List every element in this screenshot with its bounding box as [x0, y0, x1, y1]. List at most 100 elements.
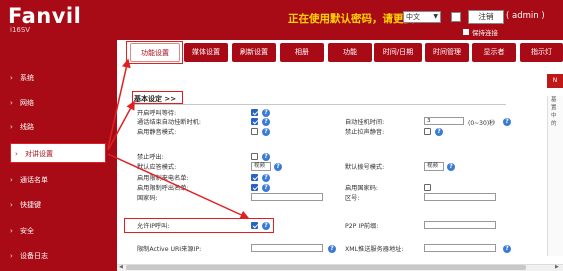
sidebar-item-label: 线路	[20, 123, 34, 131]
sidebar-item[interactable]: › 对讲设置	[10, 143, 106, 163]
tab[interactable]: 媒体设置	[184, 43, 228, 62]
right-panel-tab[interactable]: N	[547, 74, 563, 88]
current-user: ( admin )	[506, 11, 545, 21]
sidebar-item-label: 对讲设置	[25, 150, 53, 158]
chevron-right-icon: ›	[10, 227, 13, 235]
checkbox[interactable]	[251, 184, 258, 191]
select-dropdown[interactable]: 视频	[424, 162, 444, 171]
chevron-down-icon: ▼	[433, 13, 438, 20]
keep-online-label: 保持连接	[472, 29, 498, 37]
header-box[interactable]	[451, 12, 461, 22]
help-icon[interactable]: ?	[503, 118, 511, 126]
chevron-right-icon: ›	[10, 252, 13, 260]
select-dropdown[interactable]: 视频	[251, 162, 271, 171]
sidebar-item-label: 设备日志	[20, 252, 48, 260]
range-hint: (0~30)秒	[468, 120, 496, 127]
field-label: 开启呼叫等待:	[137, 110, 177, 117]
field-label: 自动挂机时间:	[345, 119, 385, 126]
sidebar-item[interactable]: › 通话名单	[0, 170, 117, 190]
chevron-right-icon: ›	[10, 201, 13, 209]
help-icon[interactable]: ?	[503, 245, 511, 253]
chevron-right-icon: ›	[10, 176, 13, 184]
help-text: 置	[551, 105, 557, 111]
checkbox[interactable]	[251, 174, 258, 181]
scroll-left-icon[interactable]: ◀	[119, 264, 123, 270]
field-label: XML推送服务器地址:	[345, 246, 404, 253]
field-label: 区号:	[345, 195, 360, 202]
field-label: 启用静音模式:	[137, 129, 177, 136]
text-input[interactable]	[424, 193, 496, 201]
ip-call-highlight-annotation	[124, 218, 274, 233]
help-icon[interactable]: ?	[262, 128, 270, 136]
field-label: 默认拨号模式:	[345, 164, 385, 171]
logout-button[interactable]: 注销	[468, 10, 504, 24]
keep-online-checkbox[interactable]	[463, 29, 469, 35]
section-highlight-annotation	[132, 91, 183, 104]
help-icon[interactable]: ?	[274, 163, 282, 171]
sidebar-item[interactable]: › 线路	[0, 117, 117, 137]
tab[interactable]: 相册	[280, 43, 324, 62]
field-label: P2P IP前缀:	[345, 223, 379, 230]
tab[interactable]: 显示者	[472, 43, 516, 62]
language-select[interactable]: 中文 ▼	[403, 11, 441, 23]
tab[interactable]: 指示灯	[520, 43, 563, 62]
tab[interactable]: 功能	[328, 43, 372, 62]
sidebar-item[interactable]: › 快捷键	[0, 195, 117, 215]
checkbox[interactable]	[424, 184, 431, 191]
chevron-right-icon: ›	[10, 99, 13, 107]
tab[interactable]: 刷新设置	[232, 43, 276, 62]
field-label: 默认应答模式:	[137, 164, 177, 171]
sidebar-item-label: 系统	[20, 74, 34, 82]
help-text: 的	[551, 121, 557, 127]
help-icon[interactable]: ?	[262, 153, 270, 161]
help-text: 基	[551, 97, 557, 103]
language-value: 中文	[406, 13, 420, 21]
help-text: 中	[551, 113, 557, 119]
sidebar-item[interactable]: › 安全	[0, 221, 117, 241]
sidebar-item[interactable]: › 设备日志	[0, 246, 117, 266]
default-password-warning: 正在使用默认密码，请更换	[288, 13, 414, 25]
chevron-right-icon: ›	[10, 123, 13, 131]
field-label: 启用限制来电名单:	[137, 175, 189, 182]
chevron-right-icon: ›	[15, 150, 18, 158]
sidebar-item-label: 安全	[20, 227, 34, 235]
help-icon[interactable]: ?	[447, 163, 455, 171]
help-icon[interactable]: ?	[435, 128, 443, 136]
right-help-panel: 基置中的	[547, 96, 563, 256]
chevron-right-icon: ›	[10, 74, 13, 82]
help-icon[interactable]: ?	[262, 174, 270, 182]
header-bar: Fanvil i16SV 正在使用默认密码，请更换 中文 ▼ 注销 ( admi…	[0, 0, 563, 40]
text-input[interactable]: 3	[424, 117, 464, 125]
checkbox[interactable]	[251, 109, 258, 116]
checkbox[interactable]	[251, 153, 258, 160]
help-icon[interactable]: ?	[262, 184, 270, 192]
tab[interactable]: 时间管理	[425, 43, 469, 62]
help-icon[interactable]: ?	[262, 118, 270, 126]
page: { "header": { "logo": "Fanvil", "model":…	[0, 0, 563, 271]
text-input[interactable]	[424, 221, 496, 229]
tab-highlight-annotation	[126, 41, 183, 64]
field-label: 通话结束自动挂断时机:	[137, 119, 201, 126]
section-divider	[131, 104, 506, 105]
field-label: 启用限制呼出名单:	[137, 185, 189, 192]
text-input[interactable]	[251, 193, 323, 201]
fanvil-logo: Fanvil	[8, 4, 82, 28]
sidebar-item[interactable]: › 网络	[0, 93, 117, 113]
field-label: 启用国家码:	[345, 185, 379, 192]
sidebar-item-label: 网络	[20, 99, 34, 107]
scroll-right-icon[interactable]: ▶	[555, 264, 559, 270]
checkbox[interactable]	[251, 128, 258, 135]
field-label: 国家码:	[137, 195, 158, 202]
help-icon[interactable]: ?	[262, 109, 270, 117]
checkbox[interactable]	[251, 118, 258, 125]
text-input[interactable]	[424, 244, 496, 252]
scrollbar-thumb[interactable]	[126, 265, 526, 270]
field-label: 限制Active URI来源IP:	[137, 246, 202, 253]
sidebar-item-label: 通话名单	[20, 176, 48, 184]
text-input[interactable]	[251, 244, 323, 252]
help-icon[interactable]: ?	[328, 245, 336, 253]
field-label: 禁止拉声静音:	[345, 129, 385, 136]
sidebar-item[interactable]: › 系统	[0, 68, 117, 88]
tab[interactable]: 时间/日期	[374, 43, 422, 62]
checkbox[interactable]	[424, 128, 431, 135]
